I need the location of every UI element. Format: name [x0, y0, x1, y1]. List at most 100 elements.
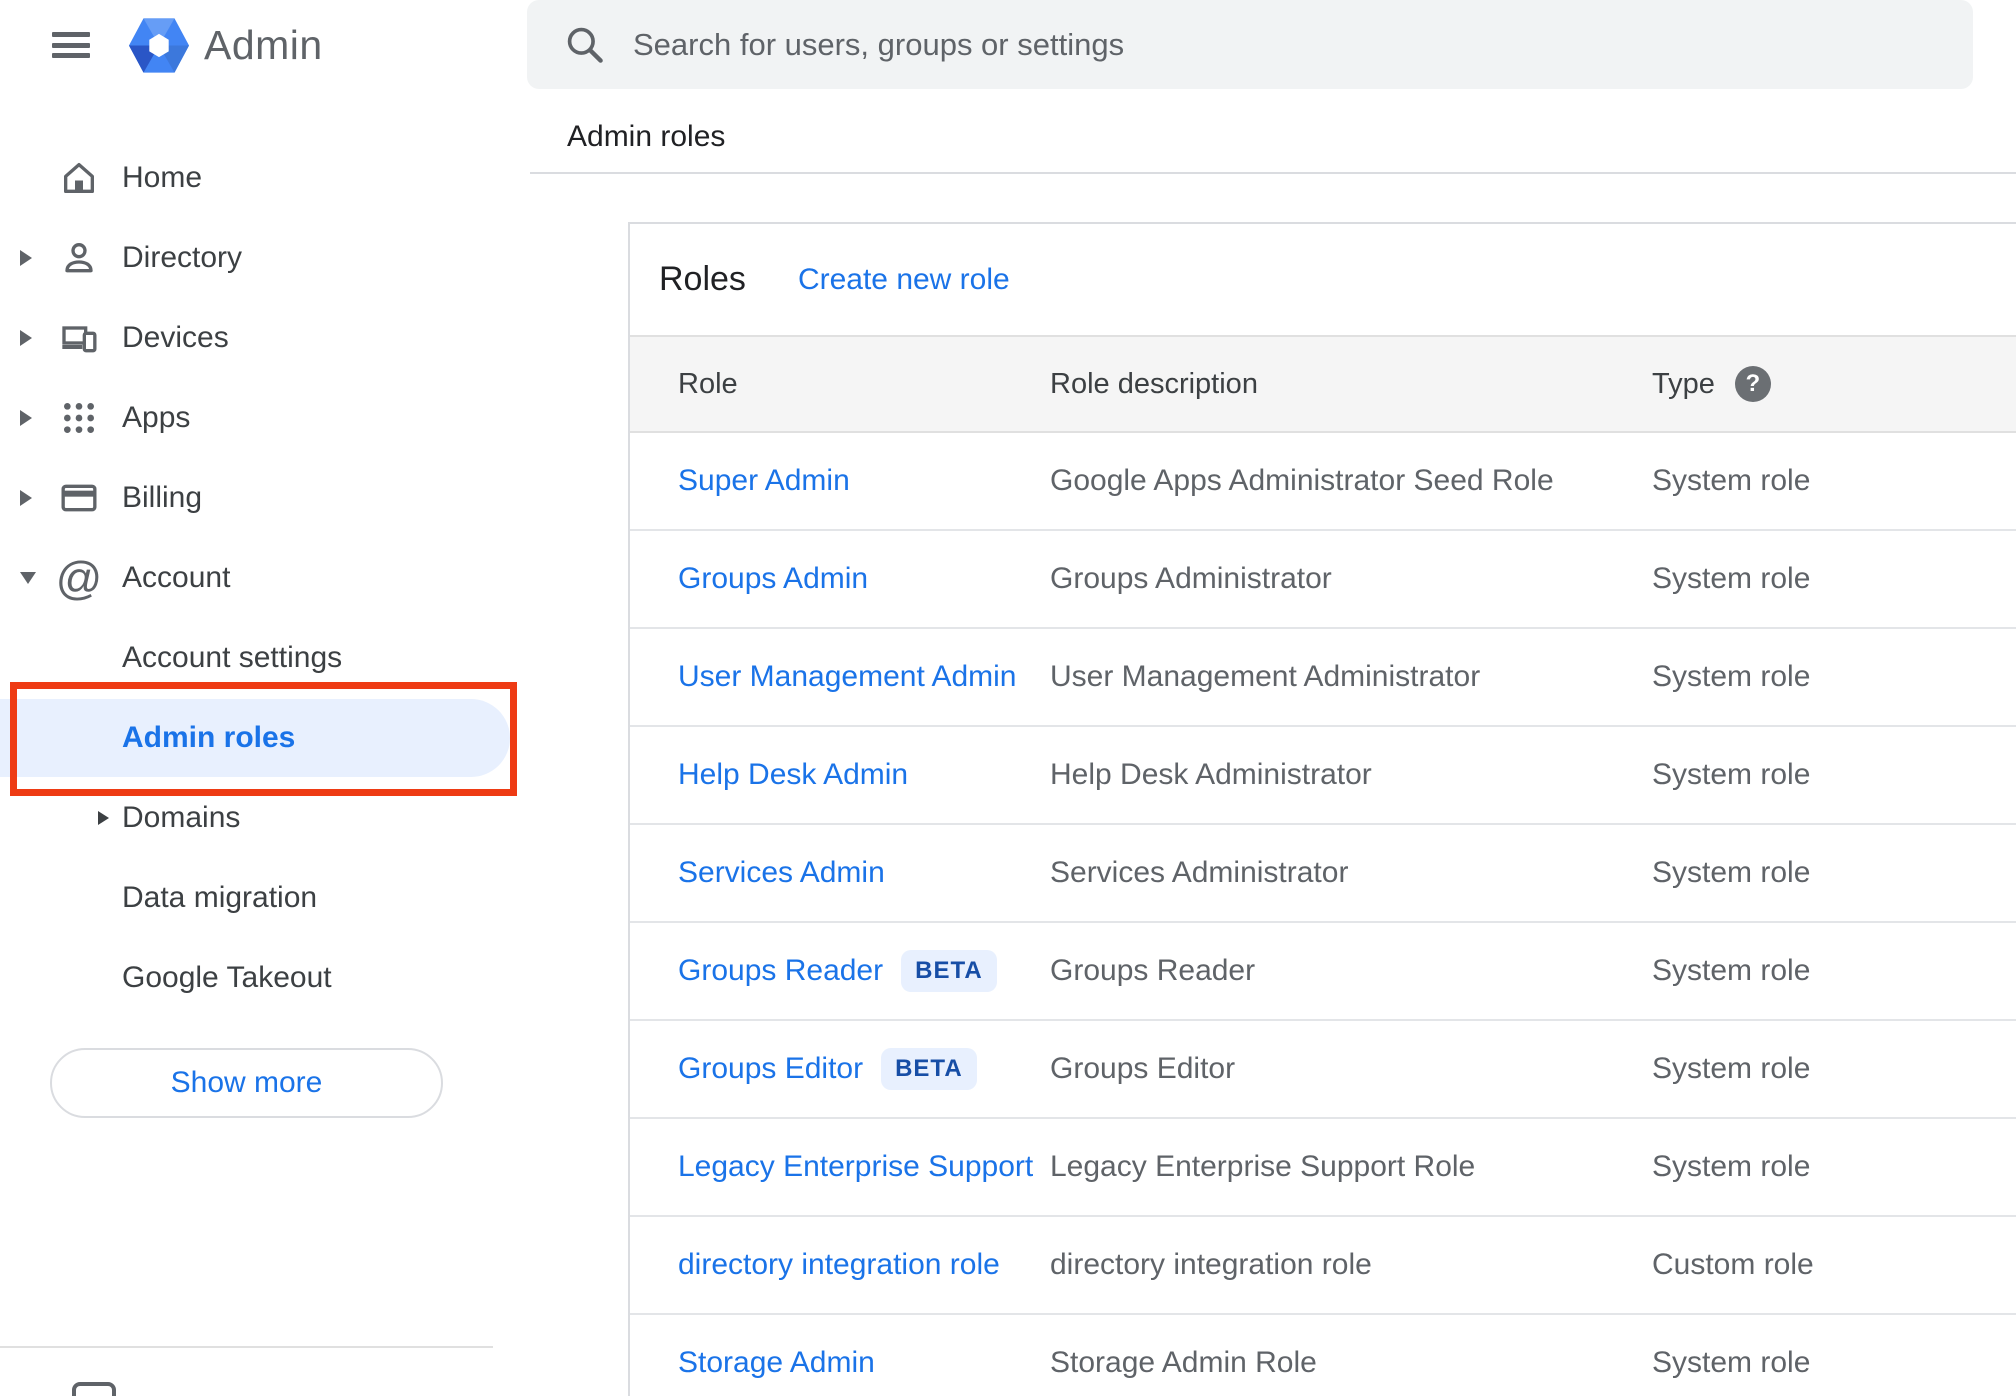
sidebar-item-apps[interactable]: Apps — [0, 378, 530, 458]
sidebar-item-label: Billing — [122, 481, 203, 514]
header-divider — [530, 172, 2016, 174]
table-row: User Management Admin User Management Ad… — [630, 629, 2016, 727]
table-row: Storage Admin Storage Admin Role System … — [630, 1315, 2016, 1396]
roles-card-header: Roles Create new role — [630, 224, 2016, 335]
sidebar-item-billing[interactable]: Billing — [0, 458, 530, 538]
sidebar-item-label: Home — [122, 161, 203, 194]
breadcrumb: Admin roles — [567, 120, 726, 153]
role-cell: Groups Admin — [678, 562, 1050, 596]
role-link[interactable]: Super Admin — [678, 464, 850, 498]
sidebar-item-label: Apps — [122, 401, 191, 434]
table-row: Help Desk Admin Help Desk Administrator … — [630, 727, 2016, 825]
role-type: System role — [1652, 758, 1811, 791]
sidebar-item-google-takeout[interactable]: Google Takeout — [0, 938, 530, 1018]
sidebar-item-account[interactable]: @ Account — [0, 538, 530, 618]
role-link[interactable]: Services Admin — [678, 856, 885, 890]
sidebar-header: Admin — [0, 0, 530, 90]
sidebar-bottom-divider — [0, 1346, 493, 1348]
role-type: System role — [1652, 660, 1811, 693]
sidebar-item-account-settings[interactable]: Account settings — [0, 618, 530, 698]
table-row: Legacy Enterprise Support Legacy Enterpr… — [630, 1119, 2016, 1217]
role-description: Groups Administrator — [1050, 562, 1332, 595]
table-row: directory integration role directory int… — [630, 1217, 2016, 1315]
table-row: Groups Editor BETA Groups Editor System … — [630, 1021, 2016, 1119]
role-description: Help Desk Administrator — [1050, 758, 1372, 791]
sidebar-item-label: Admin roles — [122, 721, 296, 754]
clipped-bottom-icon — [72, 1382, 116, 1396]
search-icon — [563, 23, 607, 67]
sidebar: Admin Home Directory Devices Apps Billin… — [0, 0, 530, 1396]
role-description: Groups Editor — [1050, 1052, 1236, 1085]
role-description: Services Administrator — [1050, 856, 1349, 889]
role-link[interactable]: Help Desk Admin — [678, 758, 908, 792]
roles-card: Roles Create new role Role Role descript… — [628, 222, 2016, 1396]
sidebar-item-admin-roles[interactable]: Admin roles — [0, 698, 530, 778]
sidebar-item-home[interactable]: Home — [0, 138, 530, 218]
role-cell: Groups Editor BETA — [678, 1048, 1050, 1090]
sidebar-item-devices[interactable]: Devices — [0, 298, 530, 378]
table-row: Groups Admin Groups Administrator System… — [630, 531, 2016, 629]
sidebar-item-domains[interactable]: Domains — [0, 778, 530, 858]
role-type: System role — [1652, 1150, 1811, 1183]
role-link[interactable]: Storage Admin — [678, 1346, 875, 1380]
hamburger-menu-icon[interactable] — [52, 32, 90, 58]
at-sign-icon: @ — [55, 552, 103, 604]
role-link[interactable]: Groups Reader — [678, 954, 883, 988]
role-link[interactable]: directory integration role — [678, 1248, 1000, 1282]
table-row: Super Admin Google Apps Administrator Se… — [630, 433, 2016, 531]
role-type: System role — [1652, 954, 1811, 987]
admin-logo-icon — [128, 17, 190, 73]
role-link[interactable]: User Management Admin — [678, 660, 1017, 694]
role-type: System role — [1652, 1346, 1811, 1379]
role-cell: Groups Reader BETA — [678, 950, 1050, 992]
role-link[interactable]: Legacy Enterprise Support — [678, 1150, 1033, 1184]
role-description: Storage Admin Role — [1050, 1346, 1317, 1379]
role-type: System role — [1652, 562, 1811, 595]
sidebar-item-label: Account settings — [122, 641, 343, 674]
chevron-right-icon[interactable] — [98, 811, 122, 825]
table-row: Groups Reader BETA Groups Reader System … — [630, 923, 2016, 1021]
show-more-button[interactable]: Show more — [50, 1048, 443, 1118]
create-new-role-link[interactable]: Create new role — [798, 263, 1010, 297]
role-description: User Management Administrator — [1050, 660, 1481, 693]
roles-table-body: Super Admin Google Apps Administrator Se… — [630, 433, 2016, 1396]
search-bar[interactable] — [527, 0, 1973, 89]
chevron-right-icon[interactable] — [20, 410, 36, 426]
sidebar-item-data-migration[interactable]: Data migration — [0, 858, 530, 938]
admin-console-page: Admin Home Directory Devices Apps Billin… — [0, 0, 2016, 1396]
role-cell: Super Admin — [678, 464, 1050, 498]
app-title: Admin — [204, 21, 323, 68]
role-description: directory integration role — [1050, 1248, 1372, 1281]
role-type: System role — [1652, 856, 1811, 889]
role-cell: directory integration role — [678, 1248, 1050, 1282]
chevron-right-icon[interactable] — [20, 330, 36, 346]
help-icon[interactable]: ? — [1734, 366, 1771, 402]
table-header-row: Role Role description Type ? — [630, 335, 2016, 433]
role-description: Google Apps Administrator Seed Role — [1050, 464, 1554, 497]
search-input[interactable] — [633, 26, 1943, 63]
beta-badge: BETA — [881, 1048, 977, 1090]
sidebar-item-directory[interactable]: Directory — [0, 218, 530, 298]
sidebar-item-label: Devices — [122, 321, 229, 354]
column-header-description: Role description — [1050, 367, 1258, 400]
sidebar-item-label: Account — [122, 561, 231, 594]
role-cell: Storage Admin — [678, 1346, 1050, 1380]
role-cell: Help Desk Admin — [678, 758, 1050, 792]
show-more-label: Show more — [170, 1066, 323, 1099]
chevron-down-icon[interactable] — [20, 572, 36, 584]
billing-card-icon — [57, 478, 101, 518]
chevron-right-icon[interactable] — [20, 250, 36, 266]
apps-grid-icon — [57, 398, 101, 438]
sidebar-item-label: Google Takeout — [122, 961, 332, 994]
sidebar-item-label: Directory — [122, 241, 243, 274]
table-row: Services Admin Services Administrator Sy… — [630, 825, 2016, 923]
role-link[interactable]: Groups Editor — [678, 1052, 863, 1086]
sidebar-nav: Home Directory Devices Apps Billing @ Ac… — [0, 138, 530, 1118]
role-cell: Legacy Enterprise Support — [678, 1150, 1050, 1184]
role-cell: User Management Admin — [678, 660, 1050, 694]
role-link[interactable]: Groups Admin — [678, 562, 868, 596]
devices-icon — [57, 318, 101, 358]
home-icon — [57, 158, 101, 198]
chevron-right-icon[interactable] — [20, 490, 36, 506]
sidebar-item-label: Data migration — [122, 881, 318, 914]
